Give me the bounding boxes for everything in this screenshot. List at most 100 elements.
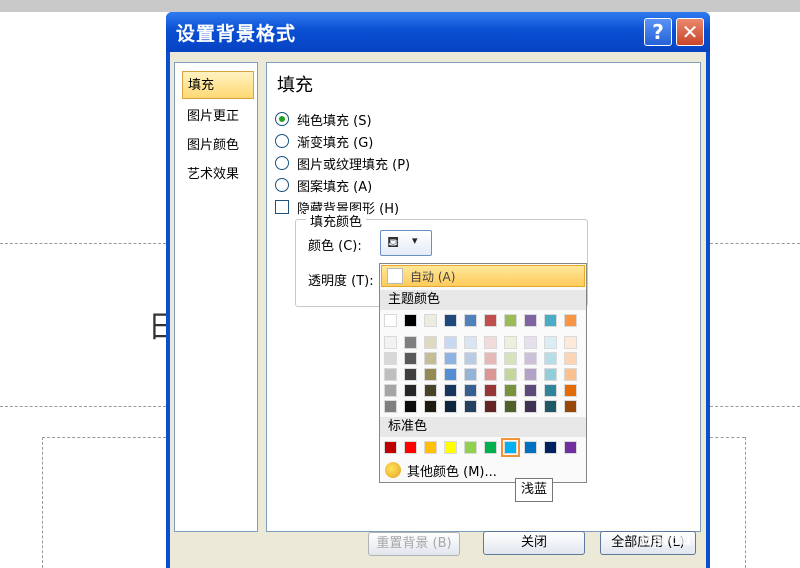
theme-shade-swatch[interactable] — [444, 368, 457, 381]
theme-color-swatch[interactable] — [544, 314, 557, 327]
color-picker-button[interactable]: ⛾ ▾ — [380, 230, 432, 256]
theme-shade-swatch[interactable] — [544, 336, 557, 349]
pattern-fill-radio[interactable] — [275, 178, 289, 192]
sidebar-item-artistic-effects[interactable]: 艺术效果 — [182, 161, 254, 189]
theme-shade-swatch[interactable] — [564, 400, 577, 413]
theme-shade-swatch[interactable] — [484, 352, 497, 365]
theme-color-swatch[interactable] — [564, 314, 577, 327]
standard-color-swatch[interactable] — [404, 441, 417, 454]
theme-shade-swatch[interactable] — [564, 384, 577, 397]
theme-shade-swatch[interactable] — [404, 352, 417, 365]
standard-color-swatch[interactable] — [501, 438, 520, 457]
sidebar-item-fill[interactable]: 填充 — [182, 71, 254, 99]
theme-shade-swatch[interactable] — [444, 384, 457, 397]
theme-shade-swatch[interactable] — [404, 368, 417, 381]
picture-fill-radio[interactable] — [275, 156, 289, 170]
theme-shade-swatch[interactable] — [464, 336, 477, 349]
close-window-button[interactable]: ✕ — [676, 18, 704, 46]
pattern-fill-label: 图案填充 (A) — [297, 179, 373, 195]
gradient-fill-option[interactable]: 渐变填充 (G) — [275, 131, 373, 151]
reset-background-button[interactable]: 重置背景 (B) — [368, 532, 460, 556]
theme-shade-swatch[interactable] — [504, 336, 517, 349]
more-colors-item[interactable]: 其他颜色 (M)... — [382, 460, 497, 480]
theme-shade-swatch[interactable] — [424, 368, 437, 381]
placeholder-border-top-right — [710, 243, 800, 244]
solid-fill-radio[interactable] — [275, 112, 289, 126]
theme-shade-swatch[interactable] — [504, 384, 517, 397]
theme-shade-swatch[interactable] — [524, 368, 537, 381]
theme-shade-swatch[interactable] — [404, 384, 417, 397]
theme-shade-swatch[interactable] — [444, 400, 457, 413]
theme-shade-swatch[interactable] — [524, 384, 537, 397]
sidebar-item-picture-corrections[interactable]: 图片更正 — [182, 103, 254, 131]
gradient-fill-radio[interactable] — [275, 134, 289, 148]
theme-color-swatch[interactable] — [524, 314, 537, 327]
standard-color-swatch[interactable] — [424, 441, 437, 454]
dialog-title: 设置背景格式 — [176, 23, 297, 45]
subtitle-placeholder-top-right — [710, 437, 745, 438]
theme-shade-swatch[interactable] — [524, 400, 537, 413]
theme-shade-swatch[interactable] — [564, 368, 577, 381]
solid-fill-option[interactable]: 纯色填充 (S) — [275, 109, 372, 129]
theme-shade-swatch[interactable] — [464, 352, 477, 365]
help-button[interactable]: ? — [644, 18, 672, 46]
hide-background-checkbox[interactable] — [275, 200, 289, 214]
theme-shade-swatch[interactable] — [544, 384, 557, 397]
theme-shade-swatch[interactable] — [504, 400, 517, 413]
theme-shade-swatch[interactable] — [404, 400, 417, 413]
placeholder-border-top — [0, 243, 166, 244]
standard-color-swatch[interactable] — [564, 441, 577, 454]
palette-icon — [385, 462, 401, 478]
theme-shade-swatch[interactable] — [484, 368, 497, 381]
standard-color-swatch[interactable] — [384, 441, 397, 454]
theme-shade-swatch[interactable] — [564, 352, 577, 365]
standard-color-swatch[interactable] — [524, 441, 537, 454]
picture-fill-label: 图片或纹理填充 (P) — [297, 157, 411, 173]
theme-shade-swatch[interactable] — [544, 352, 557, 365]
theme-shade-swatch[interactable] — [524, 352, 537, 365]
theme-shade-swatch[interactable] — [444, 336, 457, 349]
theme-color-swatch[interactable] — [424, 314, 437, 327]
picture-fill-option[interactable]: 图片或纹理填充 (P) — [275, 153, 410, 173]
pattern-fill-option[interactable]: 图案填充 (A) — [275, 175, 372, 195]
theme-shade-swatch[interactable] — [564, 336, 577, 349]
theme-shade-swatch[interactable] — [424, 400, 437, 413]
theme-shade-swatch[interactable] — [384, 368, 397, 381]
theme-shade-swatch[interactable] — [504, 368, 517, 381]
theme-shade-swatch[interactable] — [384, 400, 397, 413]
dialog-titlebar[interactable]: 设置背景格式 ? ✕ — [166, 12, 710, 52]
theme-color-swatch[interactable] — [384, 314, 397, 327]
standard-color-swatch[interactable] — [444, 441, 457, 454]
theme-shade-swatch[interactable] — [484, 400, 497, 413]
sidebar-item-picture-color[interactable]: 图片颜色 — [182, 132, 254, 160]
standard-color-swatch[interactable] — [484, 441, 497, 454]
theme-shade-swatch[interactable] — [484, 384, 497, 397]
theme-shade-swatch[interactable] — [464, 384, 477, 397]
theme-shade-swatch[interactable] — [404, 336, 417, 349]
theme-shade-swatch[interactable] — [424, 352, 437, 365]
theme-shade-swatch[interactable] — [524, 336, 537, 349]
theme-shade-swatch[interactable] — [384, 336, 397, 349]
theme-color-swatch[interactable] — [444, 314, 457, 327]
theme-color-swatch[interactable] — [504, 314, 517, 327]
theme-color-swatch[interactable] — [404, 314, 417, 327]
panel-heading: 填充 — [277, 75, 313, 96]
theme-shade-swatch[interactable] — [424, 336, 437, 349]
theme-shade-swatch[interactable] — [464, 400, 477, 413]
theme-shade-swatch[interactable] — [444, 352, 457, 365]
standard-color-swatch[interactable] — [464, 441, 477, 454]
automatic-color-item[interactable]: 自动 (A) — [381, 265, 585, 287]
theme-shade-swatch[interactable] — [384, 352, 397, 365]
theme-shade-swatch[interactable] — [504, 352, 517, 365]
theme-shade-swatch[interactable] — [544, 400, 557, 413]
theme-shade-swatch[interactable] — [424, 384, 437, 397]
theme-color-swatch[interactable] — [464, 314, 477, 327]
theme-color-swatch[interactable] — [484, 314, 497, 327]
theme-shade-swatch[interactable] — [544, 368, 557, 381]
theme-shade-swatch[interactable] — [384, 384, 397, 397]
paint-bucket-icon: ⛾ — [387, 233, 400, 251]
standard-color-swatch[interactable] — [544, 441, 557, 454]
theme-shade-swatch[interactable] — [464, 368, 477, 381]
theme-shade-swatch[interactable] — [484, 336, 497, 349]
close-button[interactable]: 关闭 — [483, 531, 585, 555]
